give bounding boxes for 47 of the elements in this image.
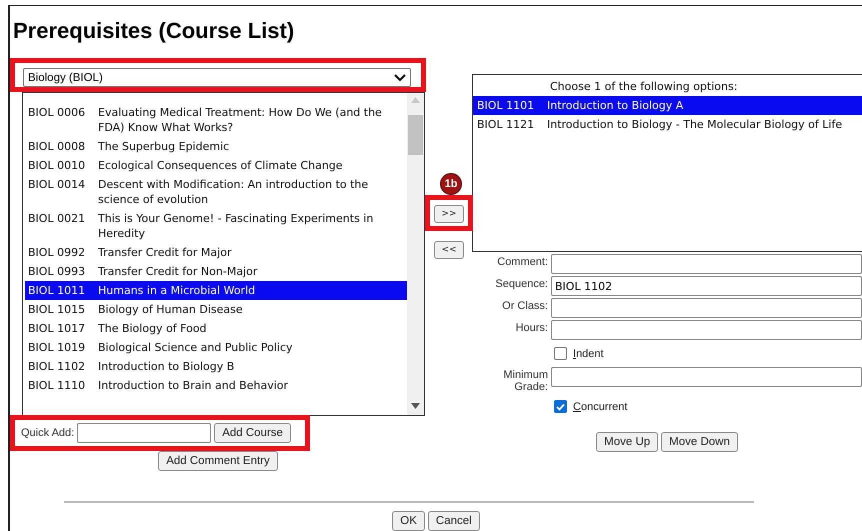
checkbox-label: Indent xyxy=(573,348,604,360)
page-title: Prerequisites (Course List) xyxy=(13,18,296,44)
move-button[interactable]: Move Down xyxy=(661,432,738,452)
step-badge: 1b xyxy=(440,173,462,195)
course-list-item[interactable]: BIOL 0992 Transfer Credit for Major xyxy=(25,243,407,262)
course-list-item[interactable]: BIOL 1102 Introduction to Biology B xyxy=(25,357,407,376)
add-course-button[interactable]: Add Course xyxy=(214,423,291,443)
text-field[interactable] xyxy=(551,254,862,274)
quick-add-label: Quick Add: xyxy=(21,427,74,439)
add-to-list-button[interactable]: >> xyxy=(434,205,464,223)
field-label: Comment: xyxy=(497,255,548,268)
course-list-item[interactable]: BIOL 0021 This is Your Genome! - Fascinating Experiments in Heredity xyxy=(25,209,407,243)
course-list-item[interactable]: BIOL 0014 Descent with Modification: An introduction to the science of evolution xyxy=(25,175,407,209)
chevron-down-icon xyxy=(394,74,406,82)
course-list-item[interactable]: BIOL 1019 Biological Science and Public Policy xyxy=(25,338,407,357)
option-list-item[interactable]: BIOL 1121 Introduction to Biology - The Molecular Biology of Life xyxy=(473,115,862,134)
text-field[interactable]: BIOL 1102 xyxy=(551,276,862,296)
scroll-down-icon[interactable] xyxy=(411,403,420,409)
move-button[interactable]: Move Up xyxy=(596,432,658,452)
scrollbar[interactable] xyxy=(407,93,424,415)
course-list-item[interactable]: BIOL 1017 The Biology of Food xyxy=(25,319,407,338)
text-field[interactable] xyxy=(551,367,862,387)
text-field[interactable] xyxy=(551,320,862,340)
add-comment-button[interactable]: Add Comment Entry xyxy=(158,451,278,471)
course-list-item[interactable]: BIOL 0010 Ecological Consequences of Climate Change xyxy=(25,156,407,175)
options-header: Choose 1 of the following options: xyxy=(549,79,738,95)
course-list-item[interactable]: BIOL 1015 Biology of Human Disease xyxy=(25,300,407,319)
scroll-thumb[interactable] xyxy=(408,115,423,155)
field-label: Hours: xyxy=(516,321,548,334)
course-list-item[interactable]: BIOL 0008 The Superbug Epidemic xyxy=(25,137,407,156)
checkbox[interactable] xyxy=(554,400,567,413)
field-label: Or Class: xyxy=(502,299,548,312)
dialog-button[interactable]: Cancel xyxy=(428,511,480,531)
field-label: Minimum Grade: xyxy=(502,368,548,393)
course-list-item[interactable]: BIOL 1110 Introduction to Brain and Behavior xyxy=(25,376,407,395)
dialog-button[interactable]: OK xyxy=(392,511,425,531)
subject-dropdown[interactable]: Biology (BIOL) xyxy=(23,68,411,87)
text-field[interactable] xyxy=(551,298,862,318)
quick-add-field[interactable] xyxy=(77,423,212,443)
course-list-item[interactable]: BIOL 1011 Humans in a Microbial World xyxy=(25,281,407,300)
field-label: Sequence: xyxy=(495,277,548,290)
course-list-item[interactable]: BIOL 0006 Evaluating Medical Treatment: How Do We (and the FDA) Know What Works? xyxy=(25,103,407,137)
course-list-item[interactable]: BIOL 0993 Transfer Credit for Non-Major xyxy=(25,262,407,281)
checkbox-label: Concurrent xyxy=(573,400,628,412)
option-list-item[interactable]: BIOL 1101 Introduction to Biology A xyxy=(473,96,862,115)
remove-from-list-button[interactable]: << xyxy=(434,241,464,259)
checkbox[interactable] xyxy=(554,347,567,360)
